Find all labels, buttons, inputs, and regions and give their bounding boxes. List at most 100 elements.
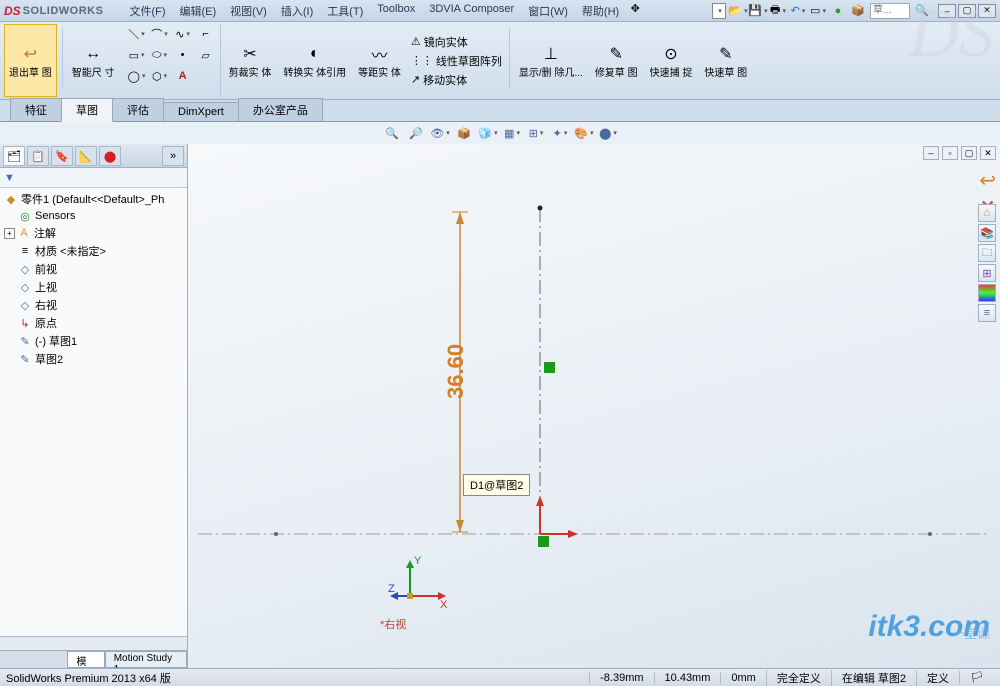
point-icon[interactable]: • bbox=[173, 45, 193, 65]
new-icon[interactable] bbox=[712, 3, 726, 19]
tab-evaluate[interactable]: 评估 bbox=[112, 98, 164, 121]
tree-right-plane[interactable]: ◇右视 bbox=[2, 296, 185, 314]
bottom-tab-model[interactable]: 模型 bbox=[67, 651, 104, 668]
polygon-icon[interactable]: ⬡ bbox=[150, 66, 170, 86]
feature-tree-tab-icon[interactable]: 🗂 bbox=[3, 146, 25, 166]
circle-icon[interactable]: ◯ bbox=[127, 66, 147, 86]
help-flyout-icon[interactable]: ✥ bbox=[627, 1, 643, 17]
offset-button[interactable]: 〰 等距实 体 bbox=[354, 24, 405, 97]
tree-front-plane[interactable]: ◇前视 bbox=[2, 260, 185, 278]
repair-button[interactable]: ✎ 修复草 图 bbox=[591, 24, 642, 97]
rebuild-icon[interactable]: ● bbox=[830, 3, 846, 19]
menu-edit[interactable]: 编辑(E) bbox=[174, 1, 223, 21]
menu-insert[interactable]: 插入(I) bbox=[275, 1, 319, 21]
zoom-area-icon[interactable]: 🔎 bbox=[407, 124, 425, 142]
orientation-triad[interactable]: Y X Z bbox=[388, 552, 448, 612]
filter-icon: ▼ bbox=[4, 172, 15, 184]
fillet-icon[interactable]: ⌐ bbox=[196, 24, 216, 44]
section-view-icon[interactable]: 📦 bbox=[455, 124, 473, 142]
tree-sketch2-label: 草图2 bbox=[35, 351, 63, 367]
sketch-tools-group: ＼ ▭ ◯ ⌒ ⬭ ⬡ ∿ • A ⌐ ▱ bbox=[123, 24, 221, 97]
spline-icon[interactable]: ∿ bbox=[173, 24, 193, 44]
mirror-button[interactable]: ⚠镜向实体 bbox=[411, 34, 502, 50]
relation-coincident-icon[interactable] bbox=[538, 536, 549, 547]
render-icon[interactable]: ⬤ bbox=[599, 124, 617, 142]
pattern-button[interactable]: ⋮⋮线性草图阵列 bbox=[411, 53, 502, 69]
select-icon[interactable]: ▭ bbox=[810, 3, 826, 19]
open-icon[interactable]: 📂 bbox=[730, 3, 746, 19]
menu-view[interactable]: 视图(V) bbox=[224, 1, 273, 21]
trim-button[interactable]: ✂ 剪裁实 体 bbox=[225, 24, 276, 97]
dimension-value[interactable]: 36.60 bbox=[443, 344, 469, 399]
save-icon[interactable]: 💾 bbox=[750, 3, 766, 19]
rapid-sketch-button[interactable]: ✎ 快速草 图 bbox=[700, 24, 751, 97]
status-flag-icon[interactable]: 🏳 bbox=[959, 671, 994, 684]
menu-window[interactable]: 窗口(W) bbox=[522, 1, 574, 21]
panel-pin-icon[interactable]: » bbox=[162, 146, 184, 166]
menu-help[interactable]: 帮助(H) bbox=[576, 1, 625, 21]
tree-material-label: 材质 <未指定> bbox=[35, 243, 106, 259]
mirror-icon: ⚠ bbox=[411, 35, 421, 48]
display-style-icon[interactable]: ▦ bbox=[503, 124, 521, 142]
arc-icon[interactable]: ⌒ bbox=[150, 24, 170, 44]
show-delete-button[interactable]: ⊥ 显示/删 除几... bbox=[515, 24, 587, 97]
rectangle-icon[interactable]: ▭ bbox=[127, 45, 147, 65]
plane-icon[interactable]: ▱ bbox=[196, 45, 216, 65]
convert-button[interactable]: ◐ 转换实 体引用 bbox=[279, 24, 350, 97]
property-tab-icon[interactable]: 📋 bbox=[27, 146, 49, 166]
repair-icon: ✎ bbox=[604, 42, 628, 66]
hide-show-icon[interactable]: ⊞ bbox=[527, 124, 545, 142]
close-button[interactable]: ✕ bbox=[978, 4, 996, 18]
tree-annotations[interactable]: +A注解 bbox=[2, 224, 185, 242]
tree-front-label: 前视 bbox=[35, 261, 57, 277]
menu-tools[interactable]: 工具(T) bbox=[321, 1, 369, 21]
slot-icon[interactable]: ⬭ bbox=[150, 45, 170, 65]
undo-icon[interactable]: ↶ bbox=[790, 3, 806, 19]
maximize-button[interactable]: ▢ bbox=[958, 4, 976, 18]
zoom-fit-icon[interactable]: 🔍 bbox=[383, 124, 401, 142]
tree-root[interactable]: ◆零件1 (Default<<Default>_Ph bbox=[2, 190, 185, 208]
relation-vertical-icon[interactable] bbox=[544, 362, 555, 373]
tab-sketch[interactable]: 草图 bbox=[61, 98, 113, 122]
menu-toolbox[interactable]: Toolbox bbox=[371, 1, 421, 21]
tree-top-plane[interactable]: ◇上视 bbox=[2, 278, 185, 296]
view-orientation-icon[interactable]: 🧊 bbox=[479, 124, 497, 142]
options-icon[interactable]: 📦 bbox=[850, 3, 866, 19]
dimxpert-tab-icon[interactable]: 📐 bbox=[75, 146, 97, 166]
move-button[interactable]: ↗移动实体 bbox=[411, 72, 502, 88]
text-icon[interactable]: A bbox=[173, 66, 193, 86]
expand-icon[interactable]: + bbox=[4, 228, 15, 239]
panel-scrollbar[interactable] bbox=[0, 636, 187, 650]
menu-composer[interactable]: 3DVIA Composer bbox=[423, 1, 520, 21]
status-editing: 在编辑 草图2 bbox=[831, 670, 916, 686]
tree-sensors[interactable]: ◎Sensors bbox=[2, 208, 185, 224]
tree-sketch1[interactable]: ✎(-) 草图1 bbox=[2, 332, 185, 350]
rapid-sketch-label: 快速草 图 bbox=[704, 68, 747, 79]
line-icon[interactable]: ＼ bbox=[127, 24, 147, 44]
tree-origin[interactable]: ↳原点 bbox=[2, 314, 185, 332]
tab-office[interactable]: 办公室产品 bbox=[238, 98, 323, 121]
tab-feature[interactable]: 特征 bbox=[10, 98, 62, 121]
prev-view-icon[interactable]: 👁 bbox=[431, 124, 449, 142]
tab-dimxpert[interactable]: DimXpert bbox=[163, 102, 239, 121]
graphics-area[interactable]: – ▫ ▢ ✕ ↩ ✕ ⌂ 📚 🗀 ⊞ ≡ bbox=[188, 144, 1000, 668]
quick-snap-button[interactable]: ⊙ 快速捕 捉 bbox=[646, 24, 697, 97]
search-icon[interactable]: 🔍 bbox=[914, 3, 930, 19]
bottom-tab-motion[interactable]: Motion Study 1 bbox=[105, 651, 187, 668]
minimize-button[interactable]: – bbox=[938, 4, 956, 18]
display-tab-icon[interactable]: ⬤ bbox=[99, 146, 121, 166]
tree-sketch2[interactable]: ✎草图2 bbox=[2, 350, 185, 368]
convert-label: 转换实 体引用 bbox=[283, 68, 346, 79]
titlebar: DS SOLIDWORKS 文件(F) 编辑(E) 视图(V) 插入(I) 工具… bbox=[0, 0, 1000, 22]
search-input[interactable] bbox=[870, 3, 910, 19]
scene-icon[interactable]: ✦ bbox=[551, 124, 569, 142]
tree-material[interactable]: ≡材质 <未指定> bbox=[2, 242, 185, 260]
exit-sketch-button[interactable]: ↩ 退出草 图 bbox=[4, 24, 57, 97]
print-icon[interactable]: 🖶 bbox=[770, 3, 786, 19]
config-tab-icon[interactable]: 🔖 bbox=[51, 146, 73, 166]
app-logo-icon: DS bbox=[4, 4, 21, 18]
appearance-icon[interactable]: 🎨 bbox=[575, 124, 593, 142]
menu-file[interactable]: 文件(F) bbox=[123, 1, 171, 21]
smart-dimension-button[interactable]: ↔ 智能尺 寸 bbox=[68, 24, 119, 97]
filter-bar[interactable]: ▼ bbox=[0, 168, 187, 188]
